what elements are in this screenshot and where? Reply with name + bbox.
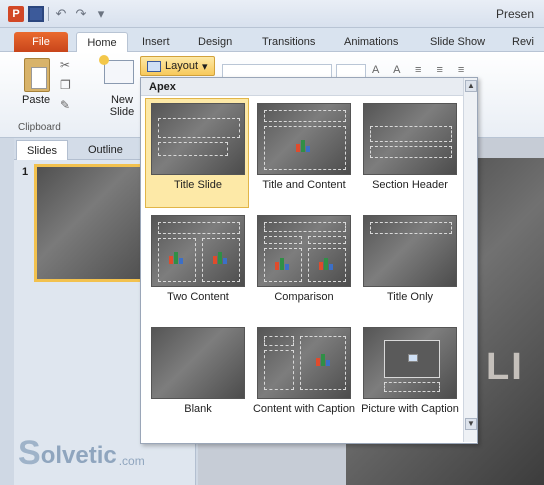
undo-icon[interactable]: ↶	[53, 6, 69, 22]
layout-button-label: Layout	[165, 60, 199, 72]
layout-label: Blank	[184, 403, 212, 415]
caption-placeholder	[384, 382, 440, 392]
layout-label: Picture with Caption	[361, 403, 459, 415]
ribbon-tabs: File Home Insert Design Transitions Anim…	[0, 28, 544, 52]
tab-insert[interactable]: Insert	[142, 32, 170, 52]
layout-thumbnail	[257, 327, 351, 399]
slide-title-text[interactable]: LI	[486, 346, 524, 389]
text-placeholder	[370, 146, 452, 158]
watermark-s-mark: S	[18, 434, 41, 472]
clipboard-small-icons: ✂ ❐ ✎	[60, 58, 76, 112]
layout-label: Content with Caption	[252, 403, 356, 415]
tab-design[interactable]: Design	[198, 32, 232, 52]
chart-icon	[316, 354, 332, 366]
layout-blank[interactable]: Blank	[145, 322, 249, 432]
layout-title-slide[interactable]: Title Slide	[145, 98, 249, 208]
layout-thumbnail	[257, 103, 351, 175]
tab-slide-show[interactable]: Slide Show	[430, 32, 485, 52]
formatting-icons[interactable]: A A ≡ ≡ ≡	[372, 64, 470, 76]
save-icon[interactable]	[28, 6, 44, 22]
new-slide-button-label[interactable]: New Slide	[104, 94, 140, 118]
layout-label: Section Header	[372, 179, 448, 191]
layout-gallery: Apex ▲ ▼ Title Slide Title and Content S…	[140, 77, 478, 444]
caption-title-placeholder	[264, 336, 294, 346]
customize-icon[interactable]: ▾	[93, 6, 109, 22]
scroll-up-icon[interactable]: ▲	[465, 80, 477, 92]
layout-content-with-caption[interactable]: Content with Caption	[251, 322, 355, 432]
format-painter-icon[interactable]: ✎	[60, 98, 76, 112]
tab-file[interactable]: File	[14, 32, 68, 52]
layout-thumbnail	[151, 215, 245, 287]
tab-slides[interactable]: Slides	[16, 140, 68, 160]
chart-icon	[213, 252, 229, 264]
chart-icon	[169, 252, 185, 264]
watermark-suffix: .com	[118, 454, 145, 468]
chart-icon	[319, 258, 335, 270]
new-slide-label-line2: Slide	[109, 106, 135, 118]
tab-home[interactable]: Home	[76, 32, 128, 52]
powerpoint-icon[interactable]: P	[8, 6, 24, 22]
watermark-text: olvetic	[40, 442, 117, 469]
new-slide-label-line1: New	[110, 94, 133, 106]
tab-review[interactable]: Revi	[512, 32, 534, 52]
layout-label: Title and Content	[262, 179, 346, 191]
layout-label: Comparison	[274, 291, 334, 303]
chart-icon	[275, 258, 291, 270]
layout-section-header[interactable]: Section Header	[357, 98, 461, 208]
title-placeholder	[158, 222, 240, 234]
chart-icon	[296, 140, 312, 152]
heading-placeholder-left	[264, 236, 302, 244]
gallery-scrollbar[interactable]: ▲ ▼	[463, 78, 477, 442]
picture-icon	[408, 354, 418, 362]
theme-header: Apex	[141, 78, 477, 96]
subtitle-placeholder	[158, 142, 228, 156]
tab-transitions[interactable]: Transitions	[262, 32, 315, 52]
title-placeholder	[158, 118, 240, 138]
layout-thumbnail	[363, 327, 457, 399]
tab-outline[interactable]: Outline	[78, 140, 133, 160]
watermark-logo: S olvetic .com	[18, 436, 145, 470]
layout-label: Title Only	[386, 291, 434, 303]
layout-thumbnail	[363, 215, 457, 287]
window-title: Presen	[496, 7, 535, 21]
layout-label: Two Content	[167, 291, 229, 303]
scroll-down-icon[interactable]: ▼	[465, 418, 477, 430]
heading-placeholder-right	[308, 236, 346, 244]
layout-thumbnail	[151, 103, 245, 175]
layout-thumbnail	[257, 215, 351, 287]
layout-title-and-content[interactable]: Title and Content	[251, 98, 355, 208]
layout-button[interactable]: Layout ▾	[140, 56, 215, 76]
layout-title-only[interactable]: Title Only	[357, 210, 461, 320]
quick-access-toolbar: P ↶ ↷ ▾	[8, 6, 109, 22]
new-slide-icon[interactable]	[99, 55, 134, 84]
title-placeholder	[264, 110, 346, 122]
paste-button-label[interactable]: Paste	[22, 94, 50, 106]
layout-picture-with-caption[interactable]: Picture with Caption	[357, 322, 461, 432]
chevron-down-icon: ▾	[202, 60, 208, 73]
title-placeholder	[370, 126, 452, 142]
copy-icon[interactable]: ❐	[60, 78, 76, 92]
caption-text-placeholder	[264, 350, 294, 390]
layout-comparison[interactable]: Comparison	[251, 210, 355, 320]
redo-icon[interactable]: ↷	[73, 6, 89, 22]
paste-icon[interactable]	[24, 58, 50, 92]
title-bar: P ↶ ↷ ▾ Presen	[0, 0, 544, 28]
cut-icon[interactable]: ✂	[60, 58, 76, 72]
slide-number: 1	[22, 166, 29, 178]
title-placeholder	[264, 222, 346, 232]
tab-animations[interactable]: Animations	[344, 32, 398, 52]
layout-two-content[interactable]: Two Content	[145, 210, 249, 320]
separator	[48, 7, 49, 21]
layout-thumbnail	[363, 103, 457, 175]
clipboard-group-label: Clipboard	[18, 122, 61, 133]
layout-thumbnail	[151, 327, 245, 399]
title-placeholder	[370, 222, 452, 234]
layout-label: Title Slide	[174, 179, 222, 191]
picture-placeholder	[384, 340, 440, 378]
layout-icon	[147, 60, 161, 72]
